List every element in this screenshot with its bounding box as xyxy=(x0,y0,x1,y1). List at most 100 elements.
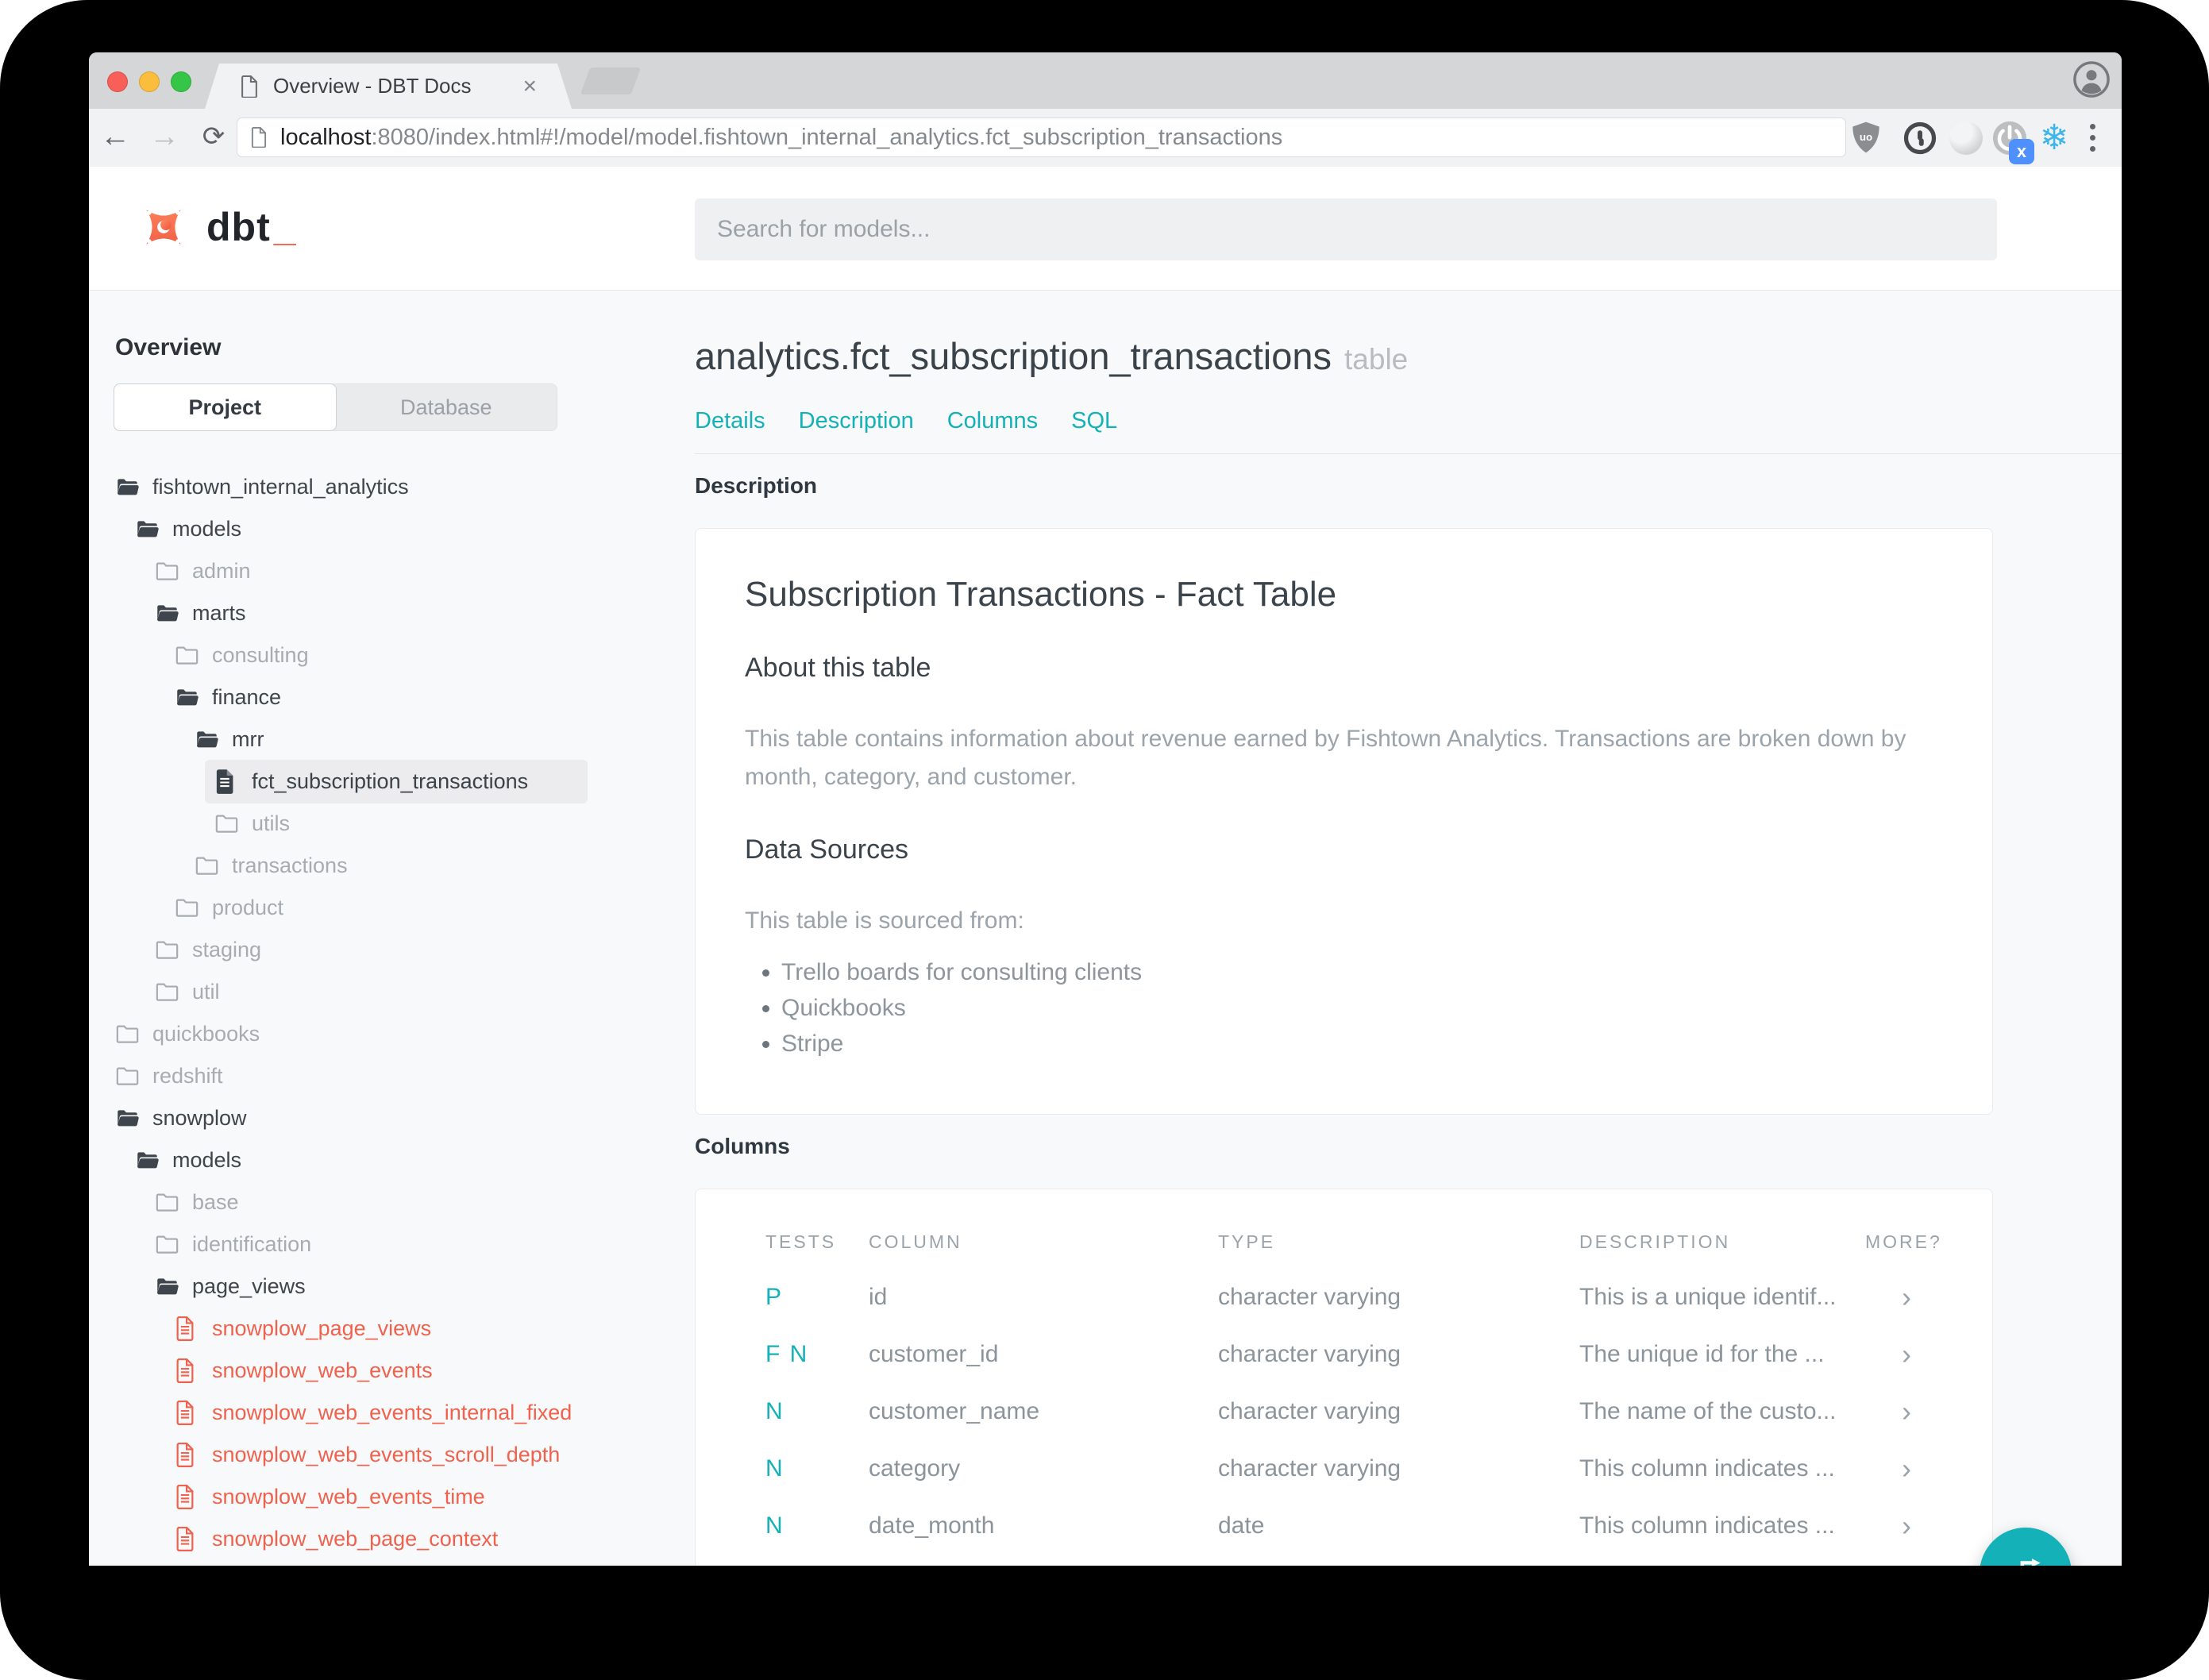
tree-item-label: models xyxy=(172,517,242,541)
expand-row-chevron-icon[interactable]: › xyxy=(1865,1509,1992,1543)
doc-nav-link[interactable]: Details xyxy=(695,408,765,434)
type-cell: character varying xyxy=(1218,1284,1401,1310)
table-row[interactable]: P id character varying This is a unique … xyxy=(765,1269,1992,1326)
tree-item-label: staging xyxy=(192,938,262,961)
tree-item[interactable]: snowplow_web_events_time xyxy=(89,1476,691,1518)
zoom-window-button[interactable] xyxy=(171,71,191,92)
tree-item[interactable]: snowplow_page_views xyxy=(89,1308,691,1350)
reload-button[interactable]: ⟳ xyxy=(198,109,229,167)
power-extension-badge: x xyxy=(2009,138,2034,164)
tree-item[interactable]: fct_subscription_transactions xyxy=(89,760,691,803)
tree-item[interactable]: fishtown_internal_analytics xyxy=(89,466,691,508)
search-input[interactable] xyxy=(695,198,1997,260)
tree-item[interactable]: models xyxy=(89,1139,691,1181)
tree-item[interactable]: snowplow_web_events xyxy=(89,1350,691,1392)
expand-row-chevron-icon[interactable]: › xyxy=(1865,1338,1992,1371)
minimize-window-button[interactable] xyxy=(139,71,160,92)
folder-closed-icon xyxy=(214,811,239,837)
tree-item-label: redshift xyxy=(152,1064,223,1088)
tree-item[interactable]: transactions xyxy=(89,845,691,887)
expand-row-chevron-icon[interactable]: › xyxy=(1865,1395,1992,1428)
tree-item[interactable]: mrr xyxy=(89,719,691,761)
folder-closed-icon xyxy=(115,1022,140,1047)
card-title: Subscription Transactions - Fact Table xyxy=(745,575,1337,614)
doc-nav-link[interactable]: SQL xyxy=(1071,408,1117,434)
tree-item[interactable]: product xyxy=(89,887,691,929)
tree-item[interactable]: snowplow_web_page_context xyxy=(89,1518,691,1560)
table-row[interactable]: N customer_name character varying The na… xyxy=(765,1383,1992,1440)
tab-title: Overview - DBT Docs xyxy=(273,74,472,98)
tree-item-label: models xyxy=(172,1148,242,1172)
tests-cell: P xyxy=(765,1284,784,1310)
tree-item[interactable]: marts xyxy=(89,592,691,634)
sidebar-view-tab[interactable]: Project xyxy=(114,383,337,431)
folder-closed-icon xyxy=(155,1190,179,1216)
dbt-logo[interactable]: dbt _ xyxy=(137,200,296,254)
file-icon xyxy=(214,769,239,795)
tree-item[interactable]: page_views xyxy=(89,1266,691,1308)
close-window-button[interactable] xyxy=(107,71,128,92)
sidebar-heading: Overview xyxy=(115,334,222,360)
folder-open-icon xyxy=(195,727,219,753)
tree-item[interactable]: redshift xyxy=(89,1055,691,1097)
browser-tabstrip: Overview - DBT Docs × xyxy=(89,52,2122,109)
about-text: This table contains information about re… xyxy=(745,726,1906,790)
expand-row-chevron-icon[interactable]: › xyxy=(1865,1452,1992,1485)
table-row[interactable]: N category character varying This column… xyxy=(765,1440,1992,1497)
doc-nav-link[interactable]: Columns xyxy=(947,408,1038,434)
folder-closed-icon xyxy=(175,896,199,921)
tree-item[interactable]: finance xyxy=(89,676,691,719)
tree-item[interactable]: snowplow_web_events_scroll_depth xyxy=(89,1434,691,1476)
doc-nav-link[interactable]: Description xyxy=(799,408,914,434)
tab-close-icon[interactable]: × xyxy=(522,74,537,98)
sidebar-view-tab[interactable]: Database xyxy=(336,384,557,430)
column-name-cell: id xyxy=(869,1284,888,1310)
divider xyxy=(695,453,2122,454)
new-tab-button[interactable] xyxy=(580,67,642,94)
file-red-icon xyxy=(175,1400,199,1426)
tree-item-label: mrr xyxy=(232,727,264,751)
snowflake-extension-icon[interactable]: ❄ xyxy=(2036,109,2072,167)
tree-item-label: marts xyxy=(192,601,246,625)
tree-item[interactable]: utils xyxy=(89,803,691,845)
data-sources-intro: This table is sourced from: xyxy=(745,907,1024,934)
dbt-logo-icon xyxy=(146,210,181,245)
address-bar[interactable]: localhost:8080/index.html#!/model/model.… xyxy=(237,118,1846,157)
tree-item[interactable]: models xyxy=(89,508,691,550)
browser-tab[interactable]: Overview - DBT Docs × xyxy=(205,64,572,109)
forward-button[interactable]: → xyxy=(148,109,180,167)
table-row[interactable]: N date_month date This column indicates … xyxy=(765,1497,1992,1555)
browser-window: Overview - DBT Docs × ← → ⟳ localhost:80… xyxy=(89,52,2122,1566)
page-title: analytics.fct_subscription_transactions t… xyxy=(695,335,1409,377)
browser-menu-icon[interactable] xyxy=(2079,109,2106,167)
password-manager-extension-icon[interactable] xyxy=(1902,109,1938,167)
tests-cell: N xyxy=(765,1398,785,1424)
column-header: MORE? xyxy=(1865,1231,1942,1252)
columns-table-body: P id character varying This is a unique … xyxy=(765,1269,1992,1555)
back-button[interactable]: ← xyxy=(99,109,131,167)
tree-item[interactable]: identification xyxy=(89,1223,691,1266)
column-name-cell: category xyxy=(869,1455,961,1482)
tree-item[interactable]: util xyxy=(89,971,691,1013)
tree-item[interactable]: staging xyxy=(89,929,691,971)
tree-item[interactable]: snowplow xyxy=(89,1097,691,1139)
data-sources-list: Trello boards for consulting clients Quic… xyxy=(781,959,1943,1057)
tree-item[interactable]: base xyxy=(89,1181,691,1223)
tree-item[interactable]: admin xyxy=(89,550,691,592)
tree-item[interactable]: quickbooks xyxy=(89,1013,691,1055)
ublock-extension-icon[interactable]: uo xyxy=(1848,109,1884,167)
power-extension-icon[interactable]: x xyxy=(1990,109,2034,167)
browser-profile-avatar[interactable] xyxy=(2073,61,2110,98)
expand-row-chevron-icon[interactable]: › xyxy=(1865,1281,1992,1314)
swirl-extension-icon[interactable] xyxy=(1948,109,1984,167)
tree-item-label: identification xyxy=(192,1232,312,1256)
folder-closed-icon xyxy=(155,1232,179,1258)
tree-item-label: fishtown_internal_analytics xyxy=(152,475,409,499)
table-row[interactable]: F N customer_id character varying The un… xyxy=(765,1326,1992,1383)
page-favicon-icon xyxy=(240,75,259,98)
tree-item-label: product xyxy=(212,896,284,919)
tree-item[interactable]: snowplow_web_events_internal_fixed xyxy=(89,1392,691,1434)
tree-item-label: utils xyxy=(252,811,291,835)
folder-closed-icon xyxy=(155,559,179,584)
tree-item[interactable]: consulting xyxy=(89,634,691,676)
